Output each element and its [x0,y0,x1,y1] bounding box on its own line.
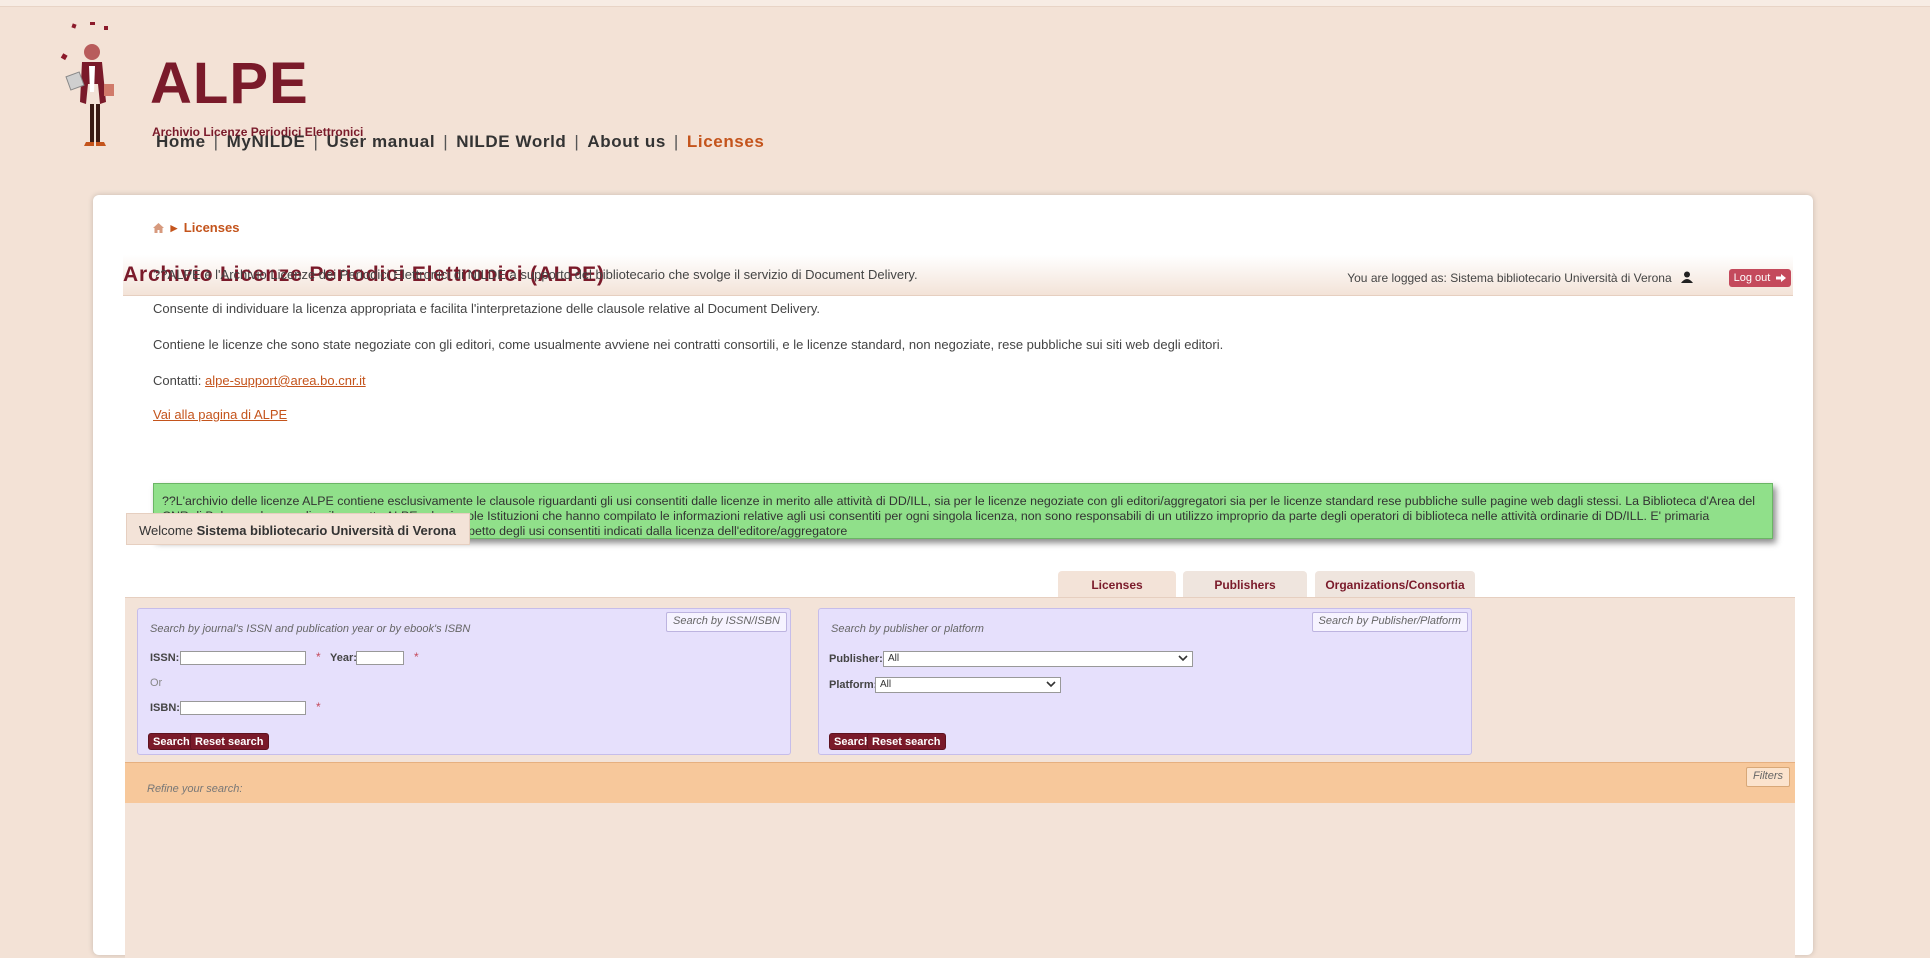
nav-home[interactable]: Home [156,132,206,151]
issn-required-mark: * [316,650,321,664]
issn-search-box: Search by journal's ISSN and publication… [137,608,791,755]
chevron-down-icon [1178,655,1188,662]
alpe-link-line: Vai alla pagina di ALPE [153,407,287,422]
breadcrumb: ▸ Licenses [153,220,239,236]
nav-mynilde[interactable]: MyNILDE [227,132,306,151]
filters-toggle[interactable]: Filters [1746,767,1790,787]
intro-paragraph-3: Contiene le licenze che sono state negoz… [153,337,1224,352]
chevron-down-icon [1046,681,1056,688]
breadcrumb-current: Licenses [183,220,240,235]
home-icon[interactable] [153,223,164,233]
issn-search-heading: Search by journal's ISSN and publication… [150,623,471,635]
issn-search-badge: Search by ISSN/ISBN [666,612,787,632]
top-border [0,0,1930,7]
publisher-select-value: All [888,653,900,664]
nav-user-manual[interactable]: User manual [327,132,436,151]
contact-label: Contatti: [153,373,202,388]
arrow-right-icon [1776,274,1787,282]
welcome-prefix: Welcome [139,523,193,538]
isbn-label: ISBN: [150,702,180,714]
publisher-search-box: Search by publisher or platform Search b… [818,608,1472,755]
isbn-input[interactable] [180,701,306,715]
logout-label: Log out [1733,272,1771,284]
platform-select-value: All [880,679,892,690]
nav-about-us[interactable]: About us [587,132,665,151]
publisher-reset-search-button[interactable]: Reset search [867,733,946,750]
refine-search-text: Refine your search: [147,783,243,795]
logo-figure-icon [60,22,114,146]
welcome-user-name: Sistema bibliotecario Università di Vero… [196,523,456,538]
breadcrumb-separator: ▸ [170,220,178,235]
year-required-mark: * [414,650,419,664]
contact-line: Contatti: alpe-support@area.bo.cnr.it [153,373,366,388]
year-input[interactable] [356,651,404,665]
issn-label: ISSN: [150,652,180,664]
intro-paragraph-1: ??ALPE è l'Archivio Licenze dei Periodic… [153,267,918,282]
publisher-select[interactable]: All [883,651,1193,667]
or-label: Or [150,677,163,689]
contact-email-link[interactable]: alpe-support@area.bo.cnr.it [205,373,366,388]
main-card: ▸ Licenses Archivio Licenze Periodici El… [93,195,1813,958]
intro-paragraph-2: Consente di individuare la licenza appro… [153,301,821,316]
logo-title: ALPE [150,51,309,116]
logged-user-text: You are logged as: Sistema bibliotecario… [1347,271,1693,285]
welcome-box: Welcome Sistema bibliotecario Università… [126,513,470,545]
isbn-required-mark: * [316,700,321,714]
logged-as-label: You are logged as: Sistema bibliotecario… [1347,271,1672,285]
nav-nilde-world[interactable]: NILDE World [456,132,566,151]
refine-search-bar: Refine your search: Filters [125,762,1795,803]
platform-select[interactable]: All [875,677,1061,693]
publisher-search-badge: Search by Publisher/Platform [1311,612,1468,632]
issn-input[interactable] [180,651,306,665]
year-label: Year: [330,652,357,664]
platform-label: Platform: [829,679,878,691]
alpe-page-link[interactable]: Vai alla pagina di ALPE [153,407,287,422]
user-icon [1681,271,1693,283]
publisher-label: Publisher: [829,653,883,665]
issn-search-button[interactable]: Search [148,733,195,750]
licenses-tab-panel: Search by journal's ISSN and publication… [125,597,1795,958]
issn-reset-search-button[interactable]: Reset search [190,733,269,750]
top-navigation: Home | MyNILDE | User manual | NILDE World | Abo… [156,132,765,151]
publisher-search-heading: Search by publisher or platform [831,623,984,635]
logout-button[interactable]: Log out [1729,269,1791,287]
nav-licenses[interactable]: Licenses [687,132,765,151]
